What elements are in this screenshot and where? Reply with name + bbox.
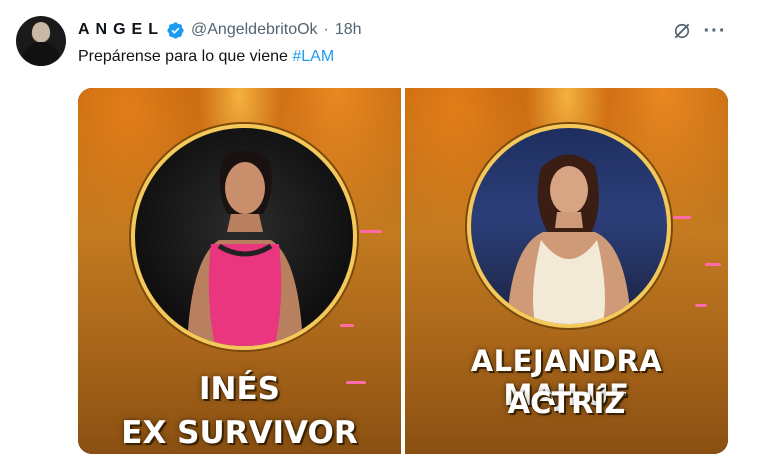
tweet-text: Prepárense para lo que viene #LAM (78, 48, 334, 66)
verified-badge-icon (167, 21, 184, 39)
hashtag-link[interactable]: #LAM (292, 48, 334, 65)
tweet[interactable]: ANGEL @AngeldebritoOk · 18h ··· Prepáren… (0, 0, 767, 465)
portrait-photo (131, 124, 357, 350)
panel-role: ACTRÍZ (507, 386, 626, 420)
media-panel-ines[interactable]: INÉS EX SURVIVOR (78, 88, 401, 454)
avatar-head (32, 22, 50, 42)
grok-icon[interactable] (671, 20, 693, 42)
portrait-figure (507, 154, 631, 324)
user-handle[interactable]: @AngeldebritoOk (191, 21, 318, 39)
portrait-photo (467, 124, 671, 328)
grok-icon-glyph (674, 23, 690, 39)
spark-decoration (340, 324, 354, 327)
avatar-body (23, 42, 59, 66)
spark-decoration (695, 304, 707, 307)
tweet-header: ANGEL @AngeldebritoOk · 18h (78, 18, 362, 42)
tweet-body: Prepárense para lo que viene (78, 48, 293, 65)
portrait-figure (187, 150, 303, 346)
media-panel-alejandra[interactable]: ALEJANDRA MAJLUF ACTRÍZ (405, 88, 728, 454)
separator-dot: · (323, 21, 329, 38)
panel-name: INÉS (199, 371, 280, 407)
spark-decoration (673, 216, 691, 219)
avatar[interactable] (16, 16, 66, 66)
display-name[interactable]: ANGEL (78, 21, 164, 39)
tweet-media[interactable]: INÉS EX SURVIVOR ALEJANDRA MAJLUF ACTRÍZ (78, 88, 728, 454)
spark-decoration (705, 263, 721, 266)
panel-role: EX SURVIVOR (121, 415, 358, 451)
more-icon[interactable]: ··· (704, 20, 726, 42)
spark-decoration (360, 230, 382, 233)
timestamp[interactable]: 18h (335, 21, 362, 39)
